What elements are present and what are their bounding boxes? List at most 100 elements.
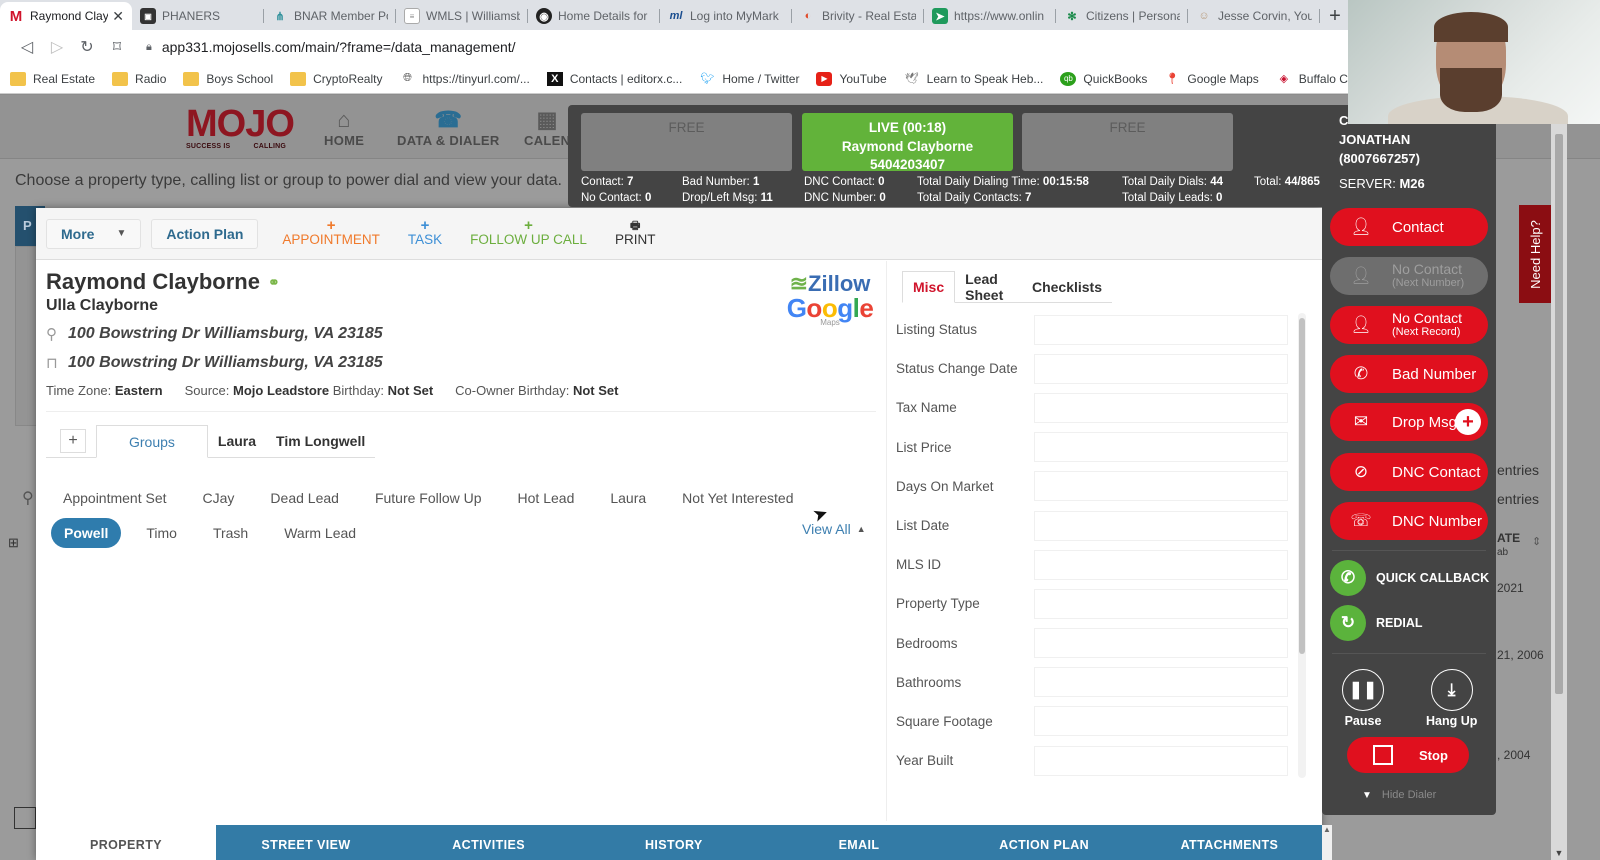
days-on-market-input[interactable] [1034, 471, 1288, 502]
tab-attachments[interactable]: ATTACHMENTS [1137, 825, 1322, 860]
quick-callback-button[interactable]: ✆ QUICK CALLBACK [1330, 560, 1489, 596]
mailing-address[interactable]: ⊓ 100 Bowstring Dr Williamsburg, VA 2318… [46, 354, 383, 372]
back-icon[interactable]: ◁ [12, 37, 42, 57]
group-chip[interactable]: Trash [204, 518, 257, 548]
browser-tab[interactable]: ◐ Brivity - Real Estat [792, 2, 924, 30]
group-chip[interactable]: Warm Lead [275, 518, 365, 548]
contact-button[interactable]: 👤︎ Contact [1330, 208, 1488, 246]
bookmark-item[interactable]: CryptoRealty [290, 71, 382, 86]
browser-tab[interactable]: ≡ WMLS | Williamsb [396, 2, 528, 30]
add-appointment-button[interactable]: + APPOINTMENT [282, 218, 380, 247]
page-scrollbar[interactable]: ▼ [1551, 124, 1567, 860]
list-date-input[interactable] [1034, 510, 1288, 541]
browser-tab[interactable]: ➤ https://www.onlin [924, 2, 1056, 30]
bookmark-icon[interactable]: ⌑ [102, 37, 132, 57]
tax-name-input[interactable] [1034, 392, 1288, 423]
tab-checklists[interactable]: Checklists [1022, 271, 1112, 303]
dialer-line-3[interactable]: FREE [1022, 113, 1233, 171]
add-group-tab-button[interactable]: + [60, 429, 86, 453]
property-address[interactable]: ⚲ 100 Bowstring Dr Williamsburg, VA 2318… [46, 325, 383, 343]
print-button[interactable]: 🖶︎ PRINT [615, 220, 656, 247]
status-change-date-input[interactable] [1034, 353, 1288, 384]
group-chip[interactable]: Not Yet Interested [673, 483, 802, 513]
bookmark-item[interactable]: ▶ YouTube [816, 71, 887, 86]
hang-up-button[interactable]: ⤓ Hang Up [1426, 669, 1477, 728]
tab-groups[interactable]: Groups [96, 425, 208, 458]
year-built-input[interactable] [1034, 745, 1288, 776]
group-chip[interactable]: Laura [601, 483, 655, 513]
bad-number-button[interactable]: ✆ Bad Number [1330, 355, 1488, 393]
nav-home[interactable]: ⌂ HOME [324, 107, 364, 148]
listing-status-input[interactable] [1034, 314, 1288, 345]
dnc-number-button[interactable]: ☏ DNC Number [1330, 502, 1488, 540]
add-follow-up-call-button[interactable]: + FOLLOW UP CALL [470, 218, 587, 247]
zillow-link[interactable]: ≊Zillow [782, 273, 878, 295]
bathrooms-input[interactable] [1034, 667, 1288, 698]
need-help-button[interactable]: Need Help? [1519, 205, 1551, 303]
bedrooms-input[interactable] [1034, 628, 1288, 659]
fields-scrollbar[interactable] [1298, 313, 1306, 778]
tab-street-view[interactable]: STREET VIEW [216, 825, 396, 860]
nav-calendar[interactable]: ▦ CALEN [524, 107, 570, 148]
bookmark-item[interactable]: qb QuickBooks [1060, 71, 1147, 86]
group-chip[interactable]: Future Follow Up [366, 483, 491, 513]
scroll-up-arrow[interactable]: ▲ [1322, 825, 1332, 860]
scrollbar-thumb[interactable] [1299, 318, 1305, 654]
dialer-line-live[interactable]: LIVE (00:18) Raymond Clayborne 540420340… [802, 113, 1013, 172]
scroll-down-arrow[interactable]: ▼ [1551, 848, 1567, 858]
nav-data-dialer[interactable]: ☎︎ DATA & DIALER [397, 107, 500, 148]
more-dropdown[interactable]: More ▼ [46, 218, 142, 249]
browser-tab[interactable]: ▣ PHANERS [132, 2, 264, 30]
sort-icon[interactable]: ⇕ [1532, 535, 1541, 548]
mojo-logo[interactable]: MOJO SUCCESS IS CALLING [186, 105, 295, 151]
tab-email[interactable]: EMAIL [766, 825, 951, 860]
action-plan-button[interactable]: Action Plan [151, 218, 259, 249]
bookmark-item[interactable]: 🕊︎ Learn to Speak Heb... [904, 72, 1044, 86]
add-task-button[interactable]: + TASK [408, 218, 442, 247]
square-footage-input[interactable] [1034, 706, 1288, 737]
browser-tab-mojo[interactable]: M Raymond Clay ✕ [0, 2, 132, 30]
tab-action-plan[interactable]: ACTION PLAN [952, 825, 1137, 860]
bookmark-item[interactable]: Radio [112, 71, 166, 86]
dnc-contact-button[interactable]: ⊘ DNC Contact [1330, 453, 1488, 491]
pause-button[interactable]: ❚❚ Pause [1342, 669, 1384, 728]
bookmark-item[interactable]: 🌐︎ https://tinyurl.com/... [399, 72, 530, 86]
tab-history[interactable]: HISTORY [581, 825, 766, 860]
mls-id-input[interactable] [1034, 549, 1288, 580]
no-contact-next-record-button[interactable]: 👤︎ No Contact (Next Record) [1330, 306, 1488, 344]
bookmark-item[interactable]: X Contacts | editorx.c... [546, 71, 682, 86]
tab-activities[interactable]: ACTIVITIES [396, 825, 581, 860]
group-chip[interactable]: Appointment Set [54, 483, 176, 513]
bookmark-item[interactable]: Real Estate [10, 71, 95, 86]
property-type-input[interactable] [1034, 588, 1288, 619]
no-contact-next-number-button[interactable]: 👤︎ No Contact (Next Number) [1330, 257, 1488, 295]
browser-tab[interactable]: ☺ Jesse Corvin, Your [1188, 2, 1320, 30]
group-chip[interactable]: Dead Lead [261, 483, 348, 513]
reload-icon[interactable]: ↻ [72, 37, 102, 57]
tab-misc[interactable]: Misc [902, 271, 956, 303]
link-icon[interactable]: ⚭ [268, 274, 280, 291]
bookmark-item[interactable]: 📍︎ Google Maps [1164, 72, 1258, 86]
browser-tab[interactable]: ml Log into MyMark [660, 2, 792, 30]
group-chip[interactable]: Hot Lead [509, 483, 584, 513]
group-chip[interactable]: CJay [194, 483, 244, 513]
bookmark-item[interactable]: Boys School [183, 71, 273, 86]
group-chip[interactable]: Timo [137, 518, 186, 548]
hide-dialer-button[interactable]: ▼ Hide Dialer [1362, 789, 1436, 801]
scrollbar-thumb[interactable] [1555, 134, 1563, 694]
new-tab-button[interactable]: + [1320, 2, 1350, 30]
bookmark-item[interactable]: 🐦︎ Home / Twitter [699, 72, 799, 86]
tab-laura[interactable]: Laura [208, 424, 266, 457]
group-chip-selected[interactable]: Powell [51, 518, 122, 548]
drop-msg-button[interactable]: ✉ Drop Msg + [1330, 403, 1488, 441]
view-all-groups-link[interactable]: View All ▲ [802, 521, 866, 537]
dialer-line-1[interactable]: FREE [581, 113, 792, 171]
tab-tim-longwell[interactable]: Tim Longwell [266, 424, 375, 457]
browser-tab[interactable]: ✻ Citizens | Persona [1056, 2, 1188, 30]
browser-tab[interactable]: ◉ Home Details for [528, 2, 660, 30]
stop-button[interactable]: Stop [1347, 737, 1469, 773]
tab-property[interactable]: PROPERTY [36, 825, 216, 860]
forward-icon[interactable]: ▷ [42, 37, 72, 57]
redial-button[interactable]: ↻ REDIAL [1330, 605, 1423, 641]
url-field[interactable]: 🔒︎ app331.mojosells.com/main/?frame=/dat… [146, 39, 516, 55]
